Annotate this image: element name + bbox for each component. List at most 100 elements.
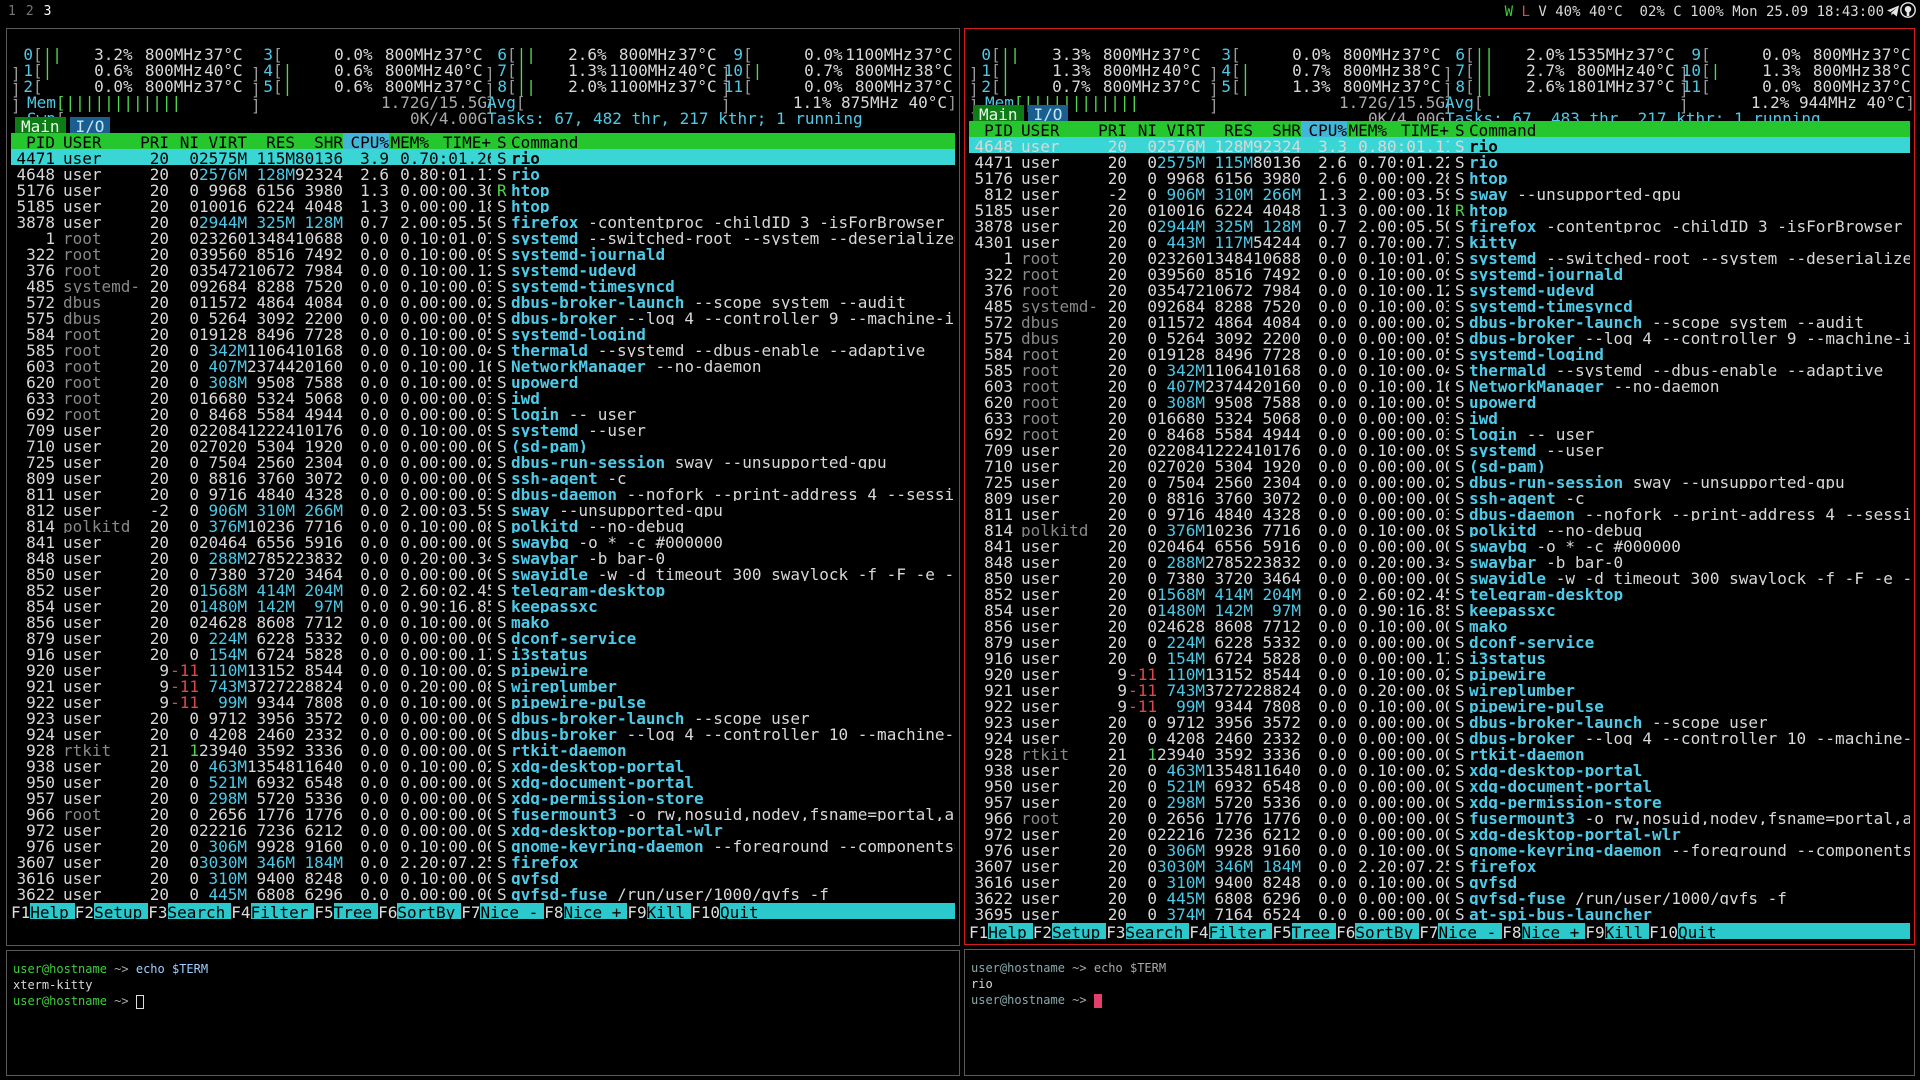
- process-row[interactable]: 854 user 20 0 1480M 142M 97M 0.0 0.9 0:16.85 Skeep…: [969, 601, 1910, 617]
- process-row[interactable]: 575 dbus 20 0 5264 3092 2200 0.0 0.0 0:00.05 Sdbus…: [969, 329, 1910, 345]
- process-row[interactable]: 710 user 20 0 27020 5304 1920 0.0 0.0 0:00.00 S (sd…: [969, 457, 1910, 473]
- process-row[interactable]: 809 user 20 0 8816 3760 3072 0.0 0.0 0:00.00 Sssh-…: [969, 489, 1910, 505]
- fkey-help[interactable]: F1Help: [11, 903, 75, 922]
- process-row[interactable]: 1 root 20 0 23260 13484 10688 0.0 0.1 0:01.07 Ssys…: [11, 229, 955, 245]
- process-row[interactable]: 485systemd-ti20092684828875200.00.10:00.…: [969, 297, 1910, 313]
- process-row[interactable]: 709 user 20 0 22084 12224 10176 0.0 0.1 0:00.09 Ss…: [969, 441, 1910, 457]
- column-header-res[interactable]: RES: [247, 133, 295, 149]
- fkey-quit[interactable]: F10Quit: [691, 903, 764, 922]
- process-row[interactable]: 603 root 20 0 407M 23744 20160 0.0 0.1 0:00.16 S Ne…: [969, 377, 1910, 393]
- process-row[interactable]: 879 user 20 0 224M 6228 5332 0.0 0.0 0:00.00 Sdcon…: [969, 633, 1910, 649]
- process-row[interactable]: 4301 user 20 0 443M 117M 54244 0.7 0.7 0:00.77 Ski…: [969, 233, 1910, 249]
- column-header-mem[interactable]: MEM%: [389, 133, 429, 149]
- process-row[interactable]: 938 user 20 0 463M 13548 11640 0.0 0.1 0:00.02 Sxd…: [969, 761, 1910, 777]
- column-header-pid[interactable]: PID: [11, 133, 55, 149]
- process-row[interactable]: 633 root 20 0 16680 5324 5068 0.0 0.0 0:00.03 Siwd: [969, 409, 1910, 425]
- process-row[interactable]: 322 root 20 0 39560 8516 7492 0.0 0.1 0:00.09 Ssys…: [969, 265, 1910, 281]
- fkey-kill[interactable]: F9Kill: [627, 903, 691, 922]
- process-row[interactable]: 809 user 20 0 8816 3760 3072 0.0 0.0 0:00.00 Sssh-…: [11, 469, 955, 485]
- process-row[interactable]: 928 rtkit 21 1 23940 3592 3336 0.0 0.0 0:00.00 Srt…: [969, 745, 1910, 761]
- column-header-s[interactable]: S: [1455, 121, 1467, 137]
- workspace-3[interactable]: 3: [44, 4, 52, 19]
- fkey-tree[interactable]: F5Tree: [314, 903, 378, 922]
- process-row[interactable]: 5185 user 20 0 10016 6224 4048 1.3 0.0 0:00.18 Sht…: [11, 197, 955, 213]
- process-row[interactable]: 923 user 20 0 9712 3956 3572 0.0 0.0 0:00.00 Sdbus…: [969, 713, 1910, 729]
- process-row[interactable]: 814 polkitd 20 0 376M 10236 7716 0.0 0.1 0:00.08 S…: [11, 517, 955, 533]
- process-row[interactable]: 879 user 20 0 224M 6228 5332 0.0 0.0 0:00.00 Sdcon…: [11, 629, 955, 645]
- process-row[interactable]: 928 rtkit 21 1 23940 3592 3336 0.0 0.0 0:00.00 Srt…: [11, 741, 955, 757]
- process-row[interactable]: 3695 user 20 0 374M 7164 6524 0.0 0.0 0:00.00 Sat-…: [969, 905, 1910, 921]
- process-row[interactable]: 5185 user 20 0 10016 6224 4048 1.3 0.0 0:00.18 Rht…: [969, 201, 1910, 217]
- column-header-shr[interactable]: SHR: [295, 133, 343, 149]
- process-row[interactable]: 572 dbus 20 0 11572 4864 4084 0.0 0.0 0:00.02 Sdbu…: [969, 313, 1910, 329]
- process-row[interactable]: 485systemd-ti20092684828875200.00.10:00.…: [11, 277, 955, 293]
- process-row[interactable]: 3878 user 20 0 2944M 325M 128M 0.7 2.0 0:05.50 Sfi…: [11, 213, 955, 229]
- column-header-cpu[interactable]: CPU%: [1301, 121, 1347, 137]
- process-row[interactable]: 966 root 20 0 2656 1776 1776 0.0 0.0 0:00.00 Sfuse…: [11, 805, 955, 821]
- fkey-quit[interactable]: F10Quit: [1649, 923, 1722, 942]
- htop-window-right[interactable]: 0[|| 3.3% 800MHz37°C] 1[| 1.3% 800MHz40°C] 2[|…: [964, 28, 1915, 945]
- process-row[interactable]: 4471 user 20 0 2575M 115M 80136 2.6 0.7 0:01.22 Sr…: [969, 153, 1910, 169]
- process-row[interactable]: 957 user 20 0 298M 5720 5336 0.0 0.0 0:00.00 Sxdg-…: [11, 789, 955, 805]
- fkey-setup[interactable]: F2Setup: [74, 903, 148, 922]
- fkey-search[interactable]: F3Search: [148, 903, 231, 922]
- column-header-s[interactable]: S: [497, 133, 509, 149]
- process-row[interactable]: 950 user 20 0 521M 6932 6548 0.0 0.0 0:00.00 Sxdg-…: [11, 773, 955, 789]
- column-header-ni[interactable]: NI: [1127, 121, 1157, 137]
- terminal-cursor[interactable]: [135, 994, 144, 1009]
- process-row[interactable]: 920 user 9 -11 110M 13152 8544 0.0 0.1 0:00.02 Spi…: [969, 665, 1910, 681]
- process-row[interactable]: 376 root 20 0 35472 10672 7984 0.0 0.1 0:00.12 Ssy…: [11, 261, 955, 277]
- process-row[interactable]: 585 root 20 0 342M 11064 10168 0.0 0.1 0:00.04 Sth…: [11, 341, 955, 357]
- process-row[interactable]: 692 root 20 0 8468 5584 4944 0.0 0.0 0:00.03 Slogi…: [11, 405, 955, 421]
- process-row[interactable]: 841 user 20 0 20464 6556 5916 0.0 0.0 0:00.00 Sswa…: [969, 537, 1910, 553]
- process-row[interactable]: 572 dbus 20 0 11572 4864 4084 0.0 0.0 0:00.02 Sdbu…: [11, 293, 955, 309]
- process-row[interactable]: 709 user 20 0 22084 12224 10176 0.0 0.1 0:00.09 Ss…: [11, 421, 955, 437]
- fkey-kill[interactable]: F9Kill: [1585, 923, 1649, 942]
- process-row[interactable]: 814 polkitd 20 0 376M 10236 7716 0.0 0.1 0:00.08 S…: [969, 521, 1910, 537]
- terminal-cursor[interactable]: [1093, 993, 1102, 1008]
- process-row[interactable]: 972 user 20 0 22216 7236 6212 0.0 0.0 0:00.00 Sxdg…: [11, 821, 955, 837]
- process-row[interactable]: 811 user 20 0 9716 4840 4328 0.0 0.0 0:00.03 Sdbus…: [11, 485, 955, 501]
- process-row[interactable]: 376 root 20 0 35472 10672 7984 0.0 0.1 0:00.12 Ssy…: [969, 281, 1910, 297]
- process-row[interactable]: 920 user 9 -11 110M 13152 8544 0.0 0.1 0:00.02 Spi…: [11, 661, 955, 677]
- process-row[interactable]: 4648 user 20 0 2576M 128M 92324 2.6 0.8 0:01.11 Sr…: [11, 165, 955, 181]
- column-header-mem[interactable]: MEM%: [1347, 121, 1387, 137]
- process-row[interactable]: 916 user 20 0 154M 6724 5828 0.0 0.0 0:00.17 Si3st…: [969, 649, 1910, 665]
- process-row[interactable]: 584 root 20 0 19128 8496 7728 0.0 0.1 0:00.05 Ssys…: [969, 345, 1910, 361]
- process-row[interactable]: 856 user 20 0 24628 8608 7712 0.0 0.1 0:00.00 Smak…: [969, 617, 1910, 633]
- process-row[interactable]: 923 user 20 0 9712 3956 3572 0.0 0.0 0:00.00 Sdbus…: [11, 709, 955, 725]
- column-header-res[interactable]: RES: [1205, 121, 1253, 137]
- fkey-sortby[interactable]: F6SortBy: [378, 903, 461, 922]
- process-row[interactable]: 938 user 20 0 463M 13548 11640 0.0 0.1 0:00.02 Sxd…: [11, 757, 955, 773]
- process-row[interactable]: 976 user 20 0 306M 9928 9160 0.0 0.1 0:00.00 Sgnom…: [11, 837, 955, 853]
- process-row[interactable]: 976 user 20 0 306M 9928 9160 0.0 0.1 0:00.00 Sgnom…: [969, 841, 1910, 857]
- fkey-nice[interactable]: F8Nice +: [544, 903, 627, 922]
- process-row[interactable]: 322 root 20 0 39560 8516 7492 0.0 0.1 0:00.09 Ssys…: [11, 245, 955, 261]
- process-row[interactable]: 3616 user 20 0 310M 9400 8248 0.0 0.1 0:00.00 Sgvf…: [11, 869, 955, 885]
- process-row[interactable]: 692 root 20 0 8468 5584 4944 0.0 0.0 0:00.03 Slogi…: [969, 425, 1910, 441]
- process-row[interactable]: 4648 user 20 0 2576M 128M 92324 3.3 0.8 0:01.11 Sr…: [969, 137, 1910, 153]
- column-header-virt[interactable]: VIRT: [199, 133, 247, 149]
- fkey-sortby[interactable]: F6SortBy: [1336, 923, 1419, 942]
- process-row[interactable]: 852 user 20 0 1568M 414M 204M 0.0 2.6 0:02.45 Stel…: [969, 585, 1910, 601]
- process-row[interactable]: 957 user 20 0 298M 5720 5336 0.0 0.0 0:00.00 Sxdg-…: [969, 793, 1910, 809]
- process-row[interactable]: 584 root 20 0 19128 8496 7728 0.0 0.1 0:00.05 Ssys…: [11, 325, 955, 341]
- process-row[interactable]: 620 root 20 0 308M 9508 7588 0.0 0.1 0:00.05 Supow…: [969, 393, 1910, 409]
- column-header-user[interactable]: USER: [1021, 121, 1097, 137]
- process-row[interactable]: 1 root 20 0 23260 13484 10688 0.0 0.1 0:01.07 Ssys…: [969, 249, 1910, 265]
- fkey-help[interactable]: F1Help: [969, 923, 1033, 942]
- fkey-nice[interactable]: F7Nice -: [1419, 923, 1502, 942]
- process-row[interactable]: 3622 user 20 0 445M 6808 6296 0.0 0.0 0:00.00 Sgvf…: [969, 889, 1910, 905]
- process-row[interactable]: 916 user 20 0 154M 6724 5828 0.0 0.0 0:00.17 Si3st…: [11, 645, 955, 661]
- process-row[interactable]: 3607 user 20 0 3030M 346M 184M 0.0 2.2 0:07.25 Sfi…: [969, 857, 1910, 873]
- column-header-pri[interactable]: PRI: [139, 133, 169, 149]
- terminal-window-left[interactable]: user@hostname ~> echo $TERM xterm-kitty …: [6, 950, 960, 1076]
- column-header-time[interactable]: TIME+: [1387, 121, 1449, 137]
- process-row[interactable]: 725 user 20 0 7504 2560 2304 0.0 0.0 0:00.02 Sdbus…: [969, 473, 1910, 489]
- process-row[interactable]: 841 user 20 0 20464 6556 5916 0.0 0.0 0:00.00 Sswa…: [11, 533, 955, 549]
- column-header-cmd[interactable]: Command: [1469, 121, 1910, 137]
- process-row[interactable]: 3878 user 20 0 2944M 325M 128M 0.7 2.0 0:05.50 Sfi…: [969, 217, 1910, 233]
- process-row[interactable]: 812 user -2 0 906M 310M 266M 0.0 2.0 0:03.59 Ssway…: [11, 501, 955, 517]
- process-row[interactable]: 922 user 9 -11 99M 9344 7808 0.0 0.1 0:00.00 Spipe…: [11, 693, 955, 709]
- fkey-tree[interactable]: F5Tree: [1272, 923, 1336, 942]
